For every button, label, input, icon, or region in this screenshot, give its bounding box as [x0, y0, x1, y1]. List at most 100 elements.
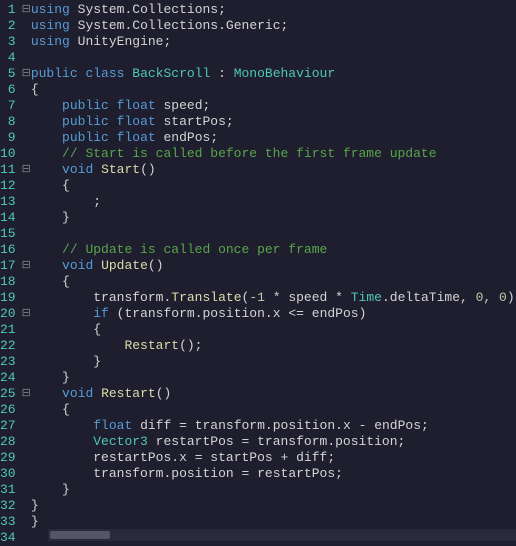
- code-line[interactable]: using System.Collections.Generic;: [31, 18, 516, 34]
- token-kw: void: [62, 162, 93, 177]
- code-line[interactable]: }: [31, 482, 516, 498]
- horizontal-scrollbar[interactable]: [48, 529, 516, 541]
- code-line[interactable]: void Restart(): [31, 386, 516, 402]
- token-field: deltaTime: [390, 290, 460, 305]
- token-op: .: [218, 18, 226, 33]
- line-number: 23: [0, 354, 16, 370]
- token-op: ;: [203, 98, 211, 113]
- line-number: 2: [0, 18, 16, 34]
- line-number: 34: [0, 530, 16, 546]
- fold-toggle-icon[interactable]: ⊟: [22, 162, 31, 178]
- scrollbar-thumb[interactable]: [50, 531, 110, 539]
- fold-spacer: [22, 274, 31, 290]
- line-number: 29: [0, 450, 16, 466]
- token-field: endPos: [374, 418, 421, 433]
- token-op: [109, 114, 117, 129]
- code-line[interactable]: }: [31, 210, 516, 226]
- code-line[interactable]: Vector3 restartPos = transform.position;: [31, 434, 516, 450]
- token-kw: float: [117, 98, 156, 113]
- token-op: [31, 258, 62, 273]
- fold-toggle-icon[interactable]: ⊟: [22, 306, 31, 322]
- code-line[interactable]: }: [31, 514, 516, 530]
- fold-toggle-icon[interactable]: ⊟: [22, 2, 31, 18]
- fold-toggle-icon[interactable]: ⊟: [22, 386, 31, 402]
- token-field: position: [273, 418, 335, 433]
- token-method: Start: [101, 162, 140, 177]
- fold-spacer: [22, 146, 31, 162]
- token-op: [132, 418, 140, 433]
- token-ident: transform: [195, 418, 265, 433]
- code-line[interactable]: ;: [31, 194, 516, 210]
- fold-spacer: [22, 178, 31, 194]
- fold-spacer: [22, 82, 31, 98]
- token-method: Translate: [171, 290, 241, 305]
- code-line[interactable]: using System.Collections;: [31, 2, 516, 18]
- token-op: +: [273, 450, 296, 465]
- code-line[interactable]: public float endPos;: [31, 130, 516, 146]
- code-line[interactable]: public float startPos;: [31, 114, 516, 130]
- code-line[interactable]: // Update is called once per frame: [31, 242, 516, 258]
- token-op: [156, 98, 164, 113]
- code-line[interactable]: {: [31, 82, 516, 98]
- token-op: ;: [218, 2, 226, 17]
- code-line[interactable]: }: [31, 498, 516, 514]
- token-op: {: [31, 82, 39, 97]
- token-type: Vector3: [93, 434, 148, 449]
- line-number: 25: [0, 386, 16, 402]
- token-op: [93, 258, 101, 273]
- token-op: ;: [327, 450, 335, 465]
- code-line[interactable]: // Start is called before the first fram…: [31, 146, 516, 162]
- token-ns: Collections: [132, 18, 218, 33]
- line-number: 18: [0, 274, 16, 290]
- token-op: [31, 162, 62, 177]
- code-line[interactable]: restartPos.x = startPos + diff;: [31, 450, 516, 466]
- token-op: {: [31, 178, 70, 193]
- token-ns: System: [78, 2, 125, 17]
- token-op: =: [171, 418, 194, 433]
- fold-toggle-icon[interactable]: ⊟: [22, 258, 31, 274]
- token-field: position: [171, 466, 233, 481]
- code-editor[interactable]: using System.Collections;using System.Co…: [31, 0, 516, 541]
- code-line[interactable]: {: [31, 178, 516, 194]
- code-line[interactable]: if (transform.position.x <= endPos): [31, 306, 516, 322]
- token-op: ;: [398, 434, 406, 449]
- line-number: 12: [0, 178, 16, 194]
- token-kw: class: [85, 66, 124, 81]
- code-line[interactable]: {: [31, 274, 516, 290]
- token-op: =: [234, 434, 257, 449]
- token-op: [70, 34, 78, 49]
- line-number: 15: [0, 226, 16, 242]
- line-number: 11: [0, 162, 16, 178]
- token-op: ;: [281, 18, 289, 33]
- code-line[interactable]: transform.Translate(-1 * speed * Time.de…: [31, 290, 516, 306]
- code-line[interactable]: Restart();: [31, 338, 516, 354]
- code-line[interactable]: public class BackScroll : MonoBehaviour: [31, 66, 516, 82]
- fold-spacer: [22, 290, 31, 306]
- token-field: x: [273, 306, 281, 321]
- code-line[interactable]: public float speed;: [31, 98, 516, 114]
- fold-spacer: [22, 210, 31, 226]
- code-line[interactable]: transform.position = restartPos;: [31, 466, 516, 482]
- token-op: [31, 146, 62, 161]
- code-line[interactable]: {: [31, 402, 516, 418]
- line-number: 16: [0, 242, 16, 258]
- code-line[interactable]: [31, 50, 516, 66]
- token-kw: using: [31, 34, 70, 49]
- fold-spacer: [22, 370, 31, 386]
- code-line[interactable]: {: [31, 322, 516, 338]
- code-line[interactable]: void Update(): [31, 258, 516, 274]
- line-number: 10: [0, 146, 16, 162]
- fold-spacer: [22, 450, 31, 466]
- token-method: Restart: [101, 386, 156, 401]
- token-num: -1: [249, 290, 265, 305]
- code-line[interactable]: [31, 226, 516, 242]
- token-kw: float: [117, 114, 156, 129]
- fold-toggle-icon[interactable]: ⊟: [22, 66, 31, 82]
- code-line[interactable]: void Start(): [31, 162, 516, 178]
- code-line[interactable]: }: [31, 354, 516, 370]
- code-line[interactable]: }: [31, 370, 516, 386]
- code-line[interactable]: using UnityEngine;: [31, 34, 516, 50]
- fold-column[interactable]: ⊟ ⊟ ⊟ ⊟ ⊟ ⊟: [22, 0, 31, 541]
- code-line[interactable]: float diff = transform.position.x - endP…: [31, 418, 516, 434]
- token-field: startPos: [210, 450, 272, 465]
